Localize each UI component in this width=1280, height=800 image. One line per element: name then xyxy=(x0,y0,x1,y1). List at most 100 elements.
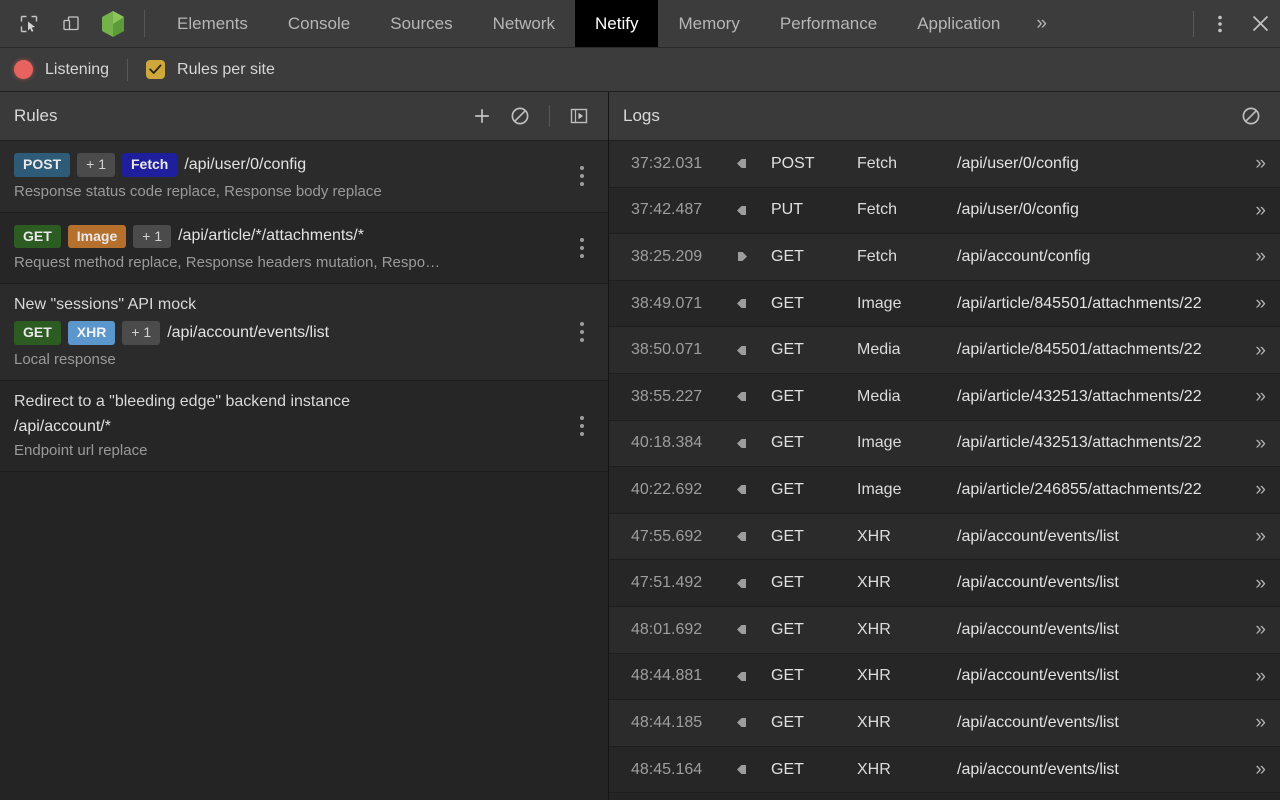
logs-panel: Logs 37:32.031POSTFetch/api/user/0/confi… xyxy=(609,92,1280,800)
rules-per-site-toggle[interactable]: Rules per site xyxy=(146,60,275,79)
log-timestamp: 48:44.185 xyxy=(631,714,729,732)
log-expand-icon[interactable]: » xyxy=(1236,154,1266,173)
rule-menu-icon[interactable] xyxy=(572,317,592,347)
log-row[interactable]: 48:45.164GETXHR/api/account/events/list» xyxy=(609,747,1280,794)
direction-in-icon xyxy=(729,482,771,497)
direction-in-icon xyxy=(729,156,771,171)
log-expand-icon[interactable]: » xyxy=(1236,713,1266,732)
log-row[interactable]: 48:01.692GETXHR/api/account/events/list» xyxy=(609,607,1280,654)
log-expand-icon[interactable]: » xyxy=(1236,620,1266,639)
more-tabs-icon[interactable]: » xyxy=(1020,0,1063,47)
log-row[interactable]: 38:49.071GETImage/api/article/845501/att… xyxy=(609,281,1280,328)
rules-panel-header: Rules xyxy=(0,92,608,141)
log-expand-icon[interactable]: » xyxy=(1236,247,1266,266)
log-row[interactable]: 38:25.209GETFetch/api/account/config» xyxy=(609,234,1280,281)
log-row[interactable]: 48:44.881GETXHR/api/account/events/list» xyxy=(609,654,1280,701)
log-resource-type: Fetch xyxy=(857,155,957,173)
tab-network[interactable]: Network xyxy=(473,0,575,47)
log-expand-icon[interactable]: » xyxy=(1236,434,1266,453)
disable-all-rules-icon[interactable] xyxy=(505,101,535,131)
listening-toggle[interactable]: Listening xyxy=(14,60,109,79)
log-method: GET xyxy=(771,481,857,499)
rule-menu-icon[interactable] xyxy=(572,411,592,441)
rule-item[interactable]: POST + 1 Fetch /api/user/0/config Respon… xyxy=(0,141,608,213)
rule-menu-icon[interactable] xyxy=(572,233,592,263)
log-expand-icon[interactable]: » xyxy=(1236,341,1266,360)
log-row[interactable]: 37:42.487PUTFetch/api/user/0/config» xyxy=(609,188,1280,235)
log-timestamp: 37:32.031 xyxy=(631,155,729,173)
log-expand-icon[interactable]: » xyxy=(1236,480,1266,499)
inspect-element-icon[interactable] xyxy=(14,9,44,39)
rule-item[interactable]: Redirect to a "bleeding edge" backend in… xyxy=(0,381,608,472)
checkbox-checked-icon[interactable] xyxy=(146,60,165,79)
direction-out-icon xyxy=(729,249,771,264)
log-method: GET xyxy=(771,714,857,732)
rule-type-badge: Image xyxy=(68,225,126,249)
rule-badges-line: GET XHR + 1 /api/account/events/list xyxy=(14,321,568,345)
rule-url: /api/article/*/attachments/* xyxy=(178,227,364,245)
log-row[interactable]: 47:55.692GETXHR/api/account/events/list» xyxy=(609,514,1280,561)
log-resource-type: Media xyxy=(857,388,957,406)
rule-title: New "sessions" API mock xyxy=(14,296,568,314)
log-expand-icon[interactable]: » xyxy=(1236,387,1266,406)
tab-application[interactable]: Application xyxy=(897,0,1020,47)
log-url: /api/account/events/list xyxy=(957,528,1236,546)
tab-performance[interactable]: Performance xyxy=(760,0,897,47)
tab-label: Memory xyxy=(678,14,739,34)
log-expand-icon[interactable]: » xyxy=(1236,527,1266,546)
devtools-tabbar-right xyxy=(1187,0,1280,47)
log-expand-icon[interactable]: » xyxy=(1236,667,1266,686)
log-row[interactable]: 37:32.031POSTFetch/api/user/0/config» xyxy=(609,141,1280,188)
tab-label: Console xyxy=(288,14,350,34)
log-timestamp: 40:22.692 xyxy=(631,481,729,499)
rule-item[interactable]: GET Image + 1 /api/article/*/attachments… xyxy=(0,213,608,285)
log-resource-type: XHR xyxy=(857,761,957,779)
rule-description: Endpoint url replace xyxy=(14,442,544,459)
log-resource-type: XHR xyxy=(857,621,957,639)
rule-item[interactable]: New "sessions" API mock GET XHR + 1 /api… xyxy=(0,284,608,381)
tab-elements[interactable]: Elements xyxy=(157,0,268,47)
direction-in-icon xyxy=(729,296,771,311)
log-expand-icon[interactable]: » xyxy=(1236,760,1266,779)
device-toolbar-icon[interactable] xyxy=(56,9,86,39)
log-row[interactable]: 38:55.227GETMedia/api/article/432513/att… xyxy=(609,374,1280,421)
tab-sources[interactable]: Sources xyxy=(370,0,472,47)
log-url: /api/article/845501/attachments/22 xyxy=(957,341,1236,359)
log-timestamp: 37:42.487 xyxy=(631,201,729,219)
tab-memory[interactable]: Memory xyxy=(658,0,759,47)
log-expand-icon[interactable]: » xyxy=(1236,574,1266,593)
rule-menu-icon[interactable] xyxy=(572,161,592,191)
close-icon[interactable] xyxy=(1240,0,1280,48)
tab-console[interactable]: Console xyxy=(268,0,370,47)
log-url: /api/account/config xyxy=(957,248,1236,266)
log-row[interactable]: 40:22.692 GETImage/api/article/246855/att… xyxy=(609,467,1280,514)
log-row[interactable]: 47:51.492GETXHR/api/account/events/list» xyxy=(609,560,1280,607)
log-url: /api/article/246855/attachments/22 xyxy=(957,481,1236,499)
add-rule-icon[interactable] xyxy=(467,101,497,131)
toggle-panel-icon[interactable] xyxy=(564,101,594,131)
log-method: GET xyxy=(771,341,857,359)
log-expand-icon[interactable]: » xyxy=(1236,201,1266,220)
rules-list: POST + 1 Fetch /api/user/0/config Respon… xyxy=(0,141,608,800)
direction-in-icon xyxy=(729,203,771,218)
log-row[interactable]: 40:18.384GETImage/api/article/432513/att… xyxy=(609,421,1280,468)
rule-method-badge: GET xyxy=(14,225,61,249)
devtools-menu-icon[interactable] xyxy=(1200,0,1240,48)
tabbar-divider xyxy=(1193,11,1194,37)
rule-type-badge: XHR xyxy=(68,321,116,345)
log-expand-icon[interactable]: » xyxy=(1236,294,1266,313)
log-timestamp: 48:45.164 xyxy=(631,761,729,779)
log-url: /api/account/events/list xyxy=(957,761,1236,779)
tab-label: Network xyxy=(493,14,555,34)
direction-in-icon xyxy=(729,436,771,451)
node-hexagon-logo[interactable] xyxy=(98,9,128,39)
log-url: /api/account/events/list xyxy=(957,667,1236,685)
tab-netify[interactable]: Netify xyxy=(575,0,658,47)
log-resource-type: Image xyxy=(857,481,957,499)
log-resource-type: XHR xyxy=(857,574,957,592)
log-url: /api/user/0/config xyxy=(957,155,1236,173)
log-row[interactable]: 38:50.071GETMedia/api/article/845501/att… xyxy=(609,327,1280,374)
log-row[interactable]: 48:44.185GETXHR/api/account/events/list» xyxy=(609,700,1280,747)
log-timestamp: 38:55.227 xyxy=(631,388,729,406)
clear-logs-icon[interactable] xyxy=(1236,101,1266,131)
